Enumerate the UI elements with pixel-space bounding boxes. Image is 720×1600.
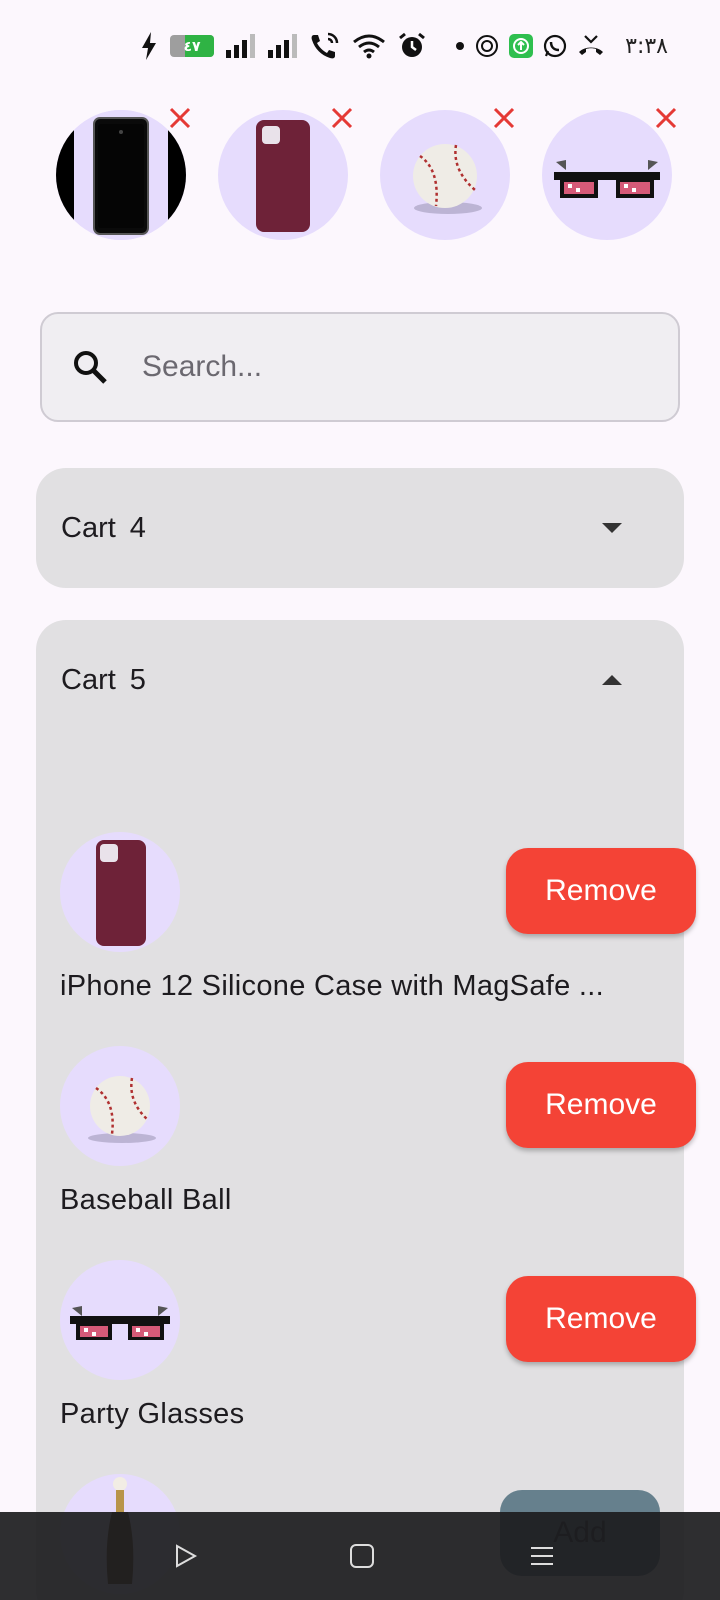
recent-item-baseball[interactable] xyxy=(380,107,515,240)
navigation-bar xyxy=(0,1512,720,1600)
list-item: Remove iPhone 12 Silicone Case with MagS… xyxy=(60,832,696,1022)
item-name: Baseball Ball xyxy=(60,1184,232,1216)
status-icons-right: ٣:٣٨ xyxy=(455,30,668,62)
cart-header[interactable]: Cart 5 xyxy=(36,620,684,740)
search-input[interactable] xyxy=(142,350,622,384)
back-icon[interactable] xyxy=(164,1534,208,1578)
chevron-up-icon[interactable] xyxy=(600,668,624,692)
wifi-icon xyxy=(352,33,386,59)
signal-icon xyxy=(268,34,298,58)
close-icon[interactable] xyxy=(490,104,518,132)
status-icons-left: ٤٧ xyxy=(140,30,426,62)
dot-icon xyxy=(455,41,465,51)
menu-icon[interactable] xyxy=(520,1534,564,1578)
cart-panel-collapsed[interactable]: Cart 4 xyxy=(36,468,684,588)
cart-header[interactable]: Cart 4 xyxy=(36,468,684,588)
missed-call-icon xyxy=(577,34,605,58)
cart-count: 5 xyxy=(129,663,146,696)
close-icon[interactable] xyxy=(328,104,356,132)
cart-title: Cart xyxy=(61,511,116,544)
battery-level: ٤٧ xyxy=(183,37,201,54)
cart-count: 4 xyxy=(129,511,146,544)
remove-button[interactable]: Remove xyxy=(506,1276,696,1362)
remove-button[interactable]: Remove xyxy=(506,1062,696,1148)
status-bar: ٤٧ ٣:٣٨ xyxy=(0,0,720,92)
wifi-calling-icon xyxy=(310,32,340,60)
glasses-image xyxy=(60,1260,180,1380)
signal-icon xyxy=(226,34,256,58)
recent-item-glasses[interactable] xyxy=(542,107,677,240)
whatsapp-icon xyxy=(543,34,567,58)
baseball-image xyxy=(60,1046,180,1166)
list-item: Remove Party Glasses xyxy=(60,1260,696,1450)
phone-case-image xyxy=(60,832,180,952)
cart-panel-expanded: Cart 5 Remove iPhone 12 Silicone Case wi… xyxy=(36,620,696,1600)
charging-icon xyxy=(140,32,158,60)
chevron-down-icon[interactable] xyxy=(600,516,624,540)
close-icon[interactable] xyxy=(166,104,194,132)
recent-item-case[interactable] xyxy=(218,107,353,240)
upload-icon xyxy=(509,34,534,58)
remove-button[interactable]: Remove xyxy=(506,848,696,934)
close-icon[interactable] xyxy=(652,104,680,132)
recent-item-phone[interactable] xyxy=(56,107,191,240)
alarm-icon xyxy=(398,32,426,60)
list-item: Remove Baseball Ball xyxy=(60,1046,696,1236)
item-name: iPhone 12 Silicone Case with MagSafe ... xyxy=(60,970,604,1002)
home-icon[interactable] xyxy=(340,1534,384,1578)
notification-icon xyxy=(475,34,499,58)
battery-icon: ٤٧ xyxy=(170,35,214,57)
cart-title: Cart xyxy=(61,663,116,696)
status-clock: ٣:٣٨ xyxy=(625,33,668,59)
recent-items-row xyxy=(56,107,677,240)
item-name: Party Glasses xyxy=(60,1398,245,1430)
search-icon xyxy=(70,347,110,387)
search-bar[interactable] xyxy=(40,312,680,422)
